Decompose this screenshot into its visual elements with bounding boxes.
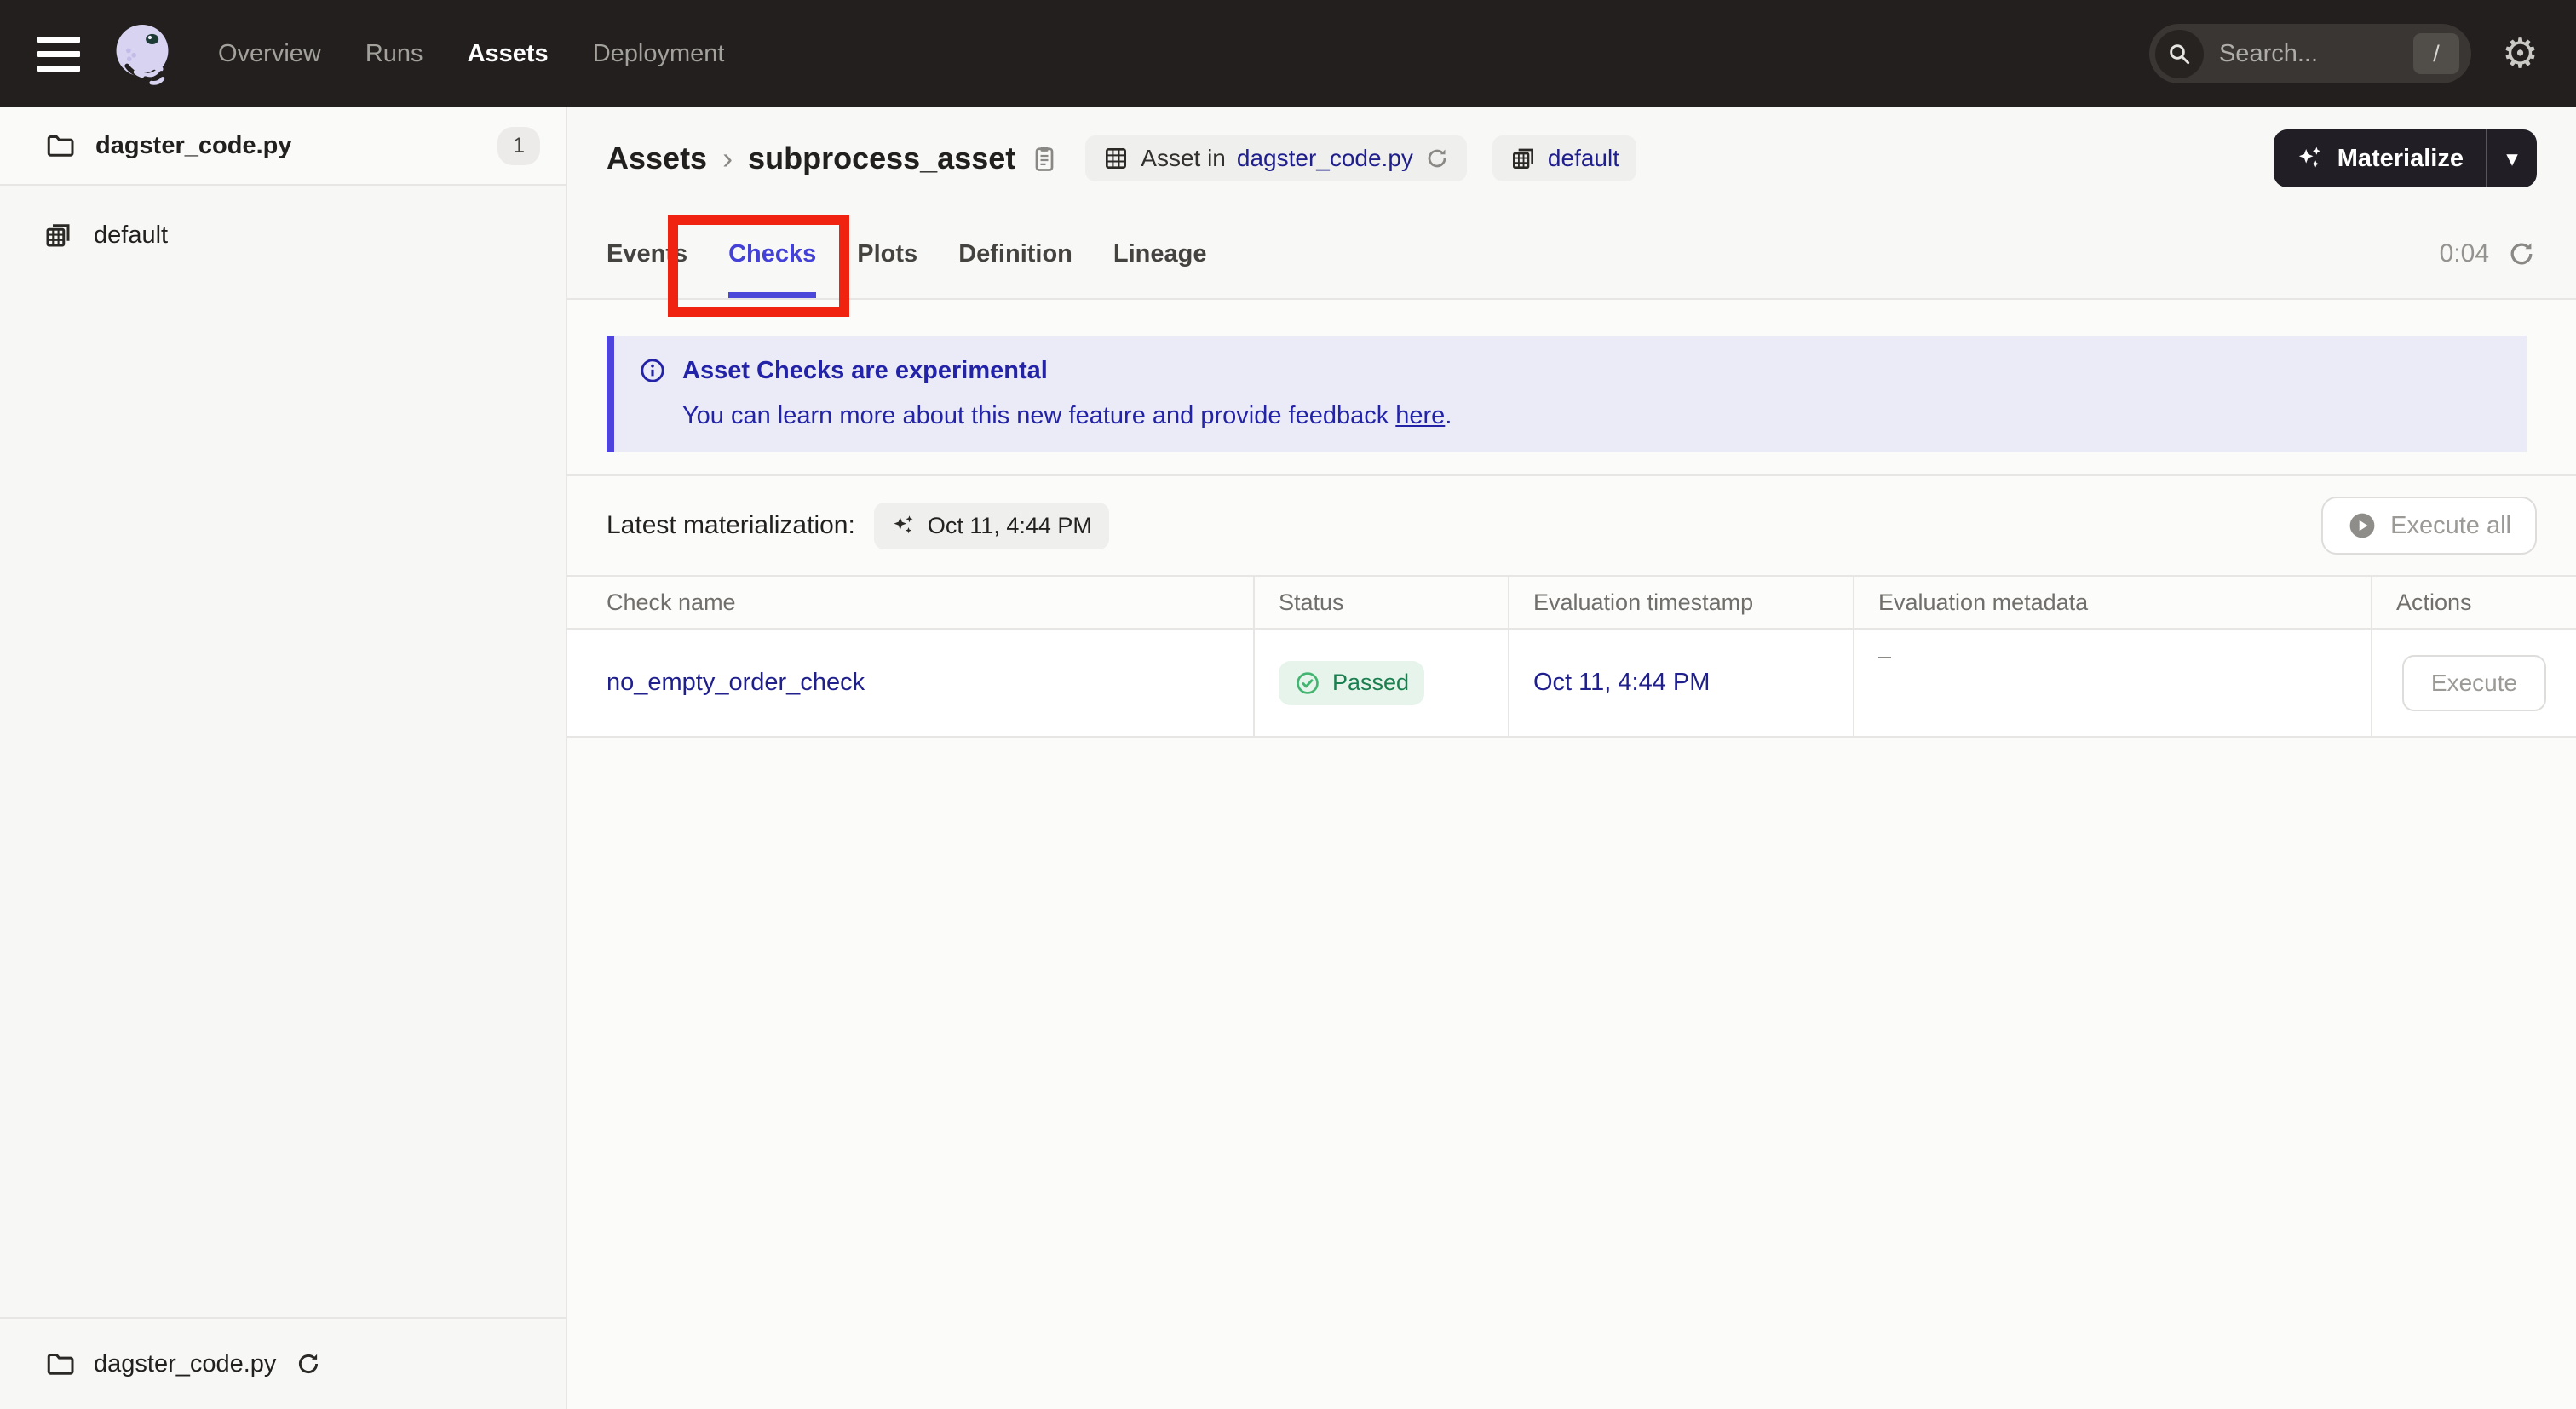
nav-item-overview[interactable]: Overview	[218, 40, 321, 68]
asset-sidebar: dagster_code.py 1 default dagster_code.p…	[0, 107, 567, 1409]
banner-body-suffix: .	[1445, 402, 1452, 429]
materialize-dropdown-caret[interactable]: ▾	[2487, 129, 2537, 187]
sidebar-item-code-location[interactable]: dagster_code.py 1	[0, 107, 566, 186]
tab-lineage[interactable]: Lineage	[1113, 210, 1207, 298]
column-header-evaluation-metadata: Evaluation metadata	[1853, 575, 2372, 630]
asset-tabs: Events Checks Plots Definition Lineage 0…	[607, 210, 2537, 298]
table-row: no_empty_order_check Passed Oct 11, 4:44…	[567, 629, 2576, 738]
latest-materialization-timestamp[interactable]: Oct 11, 4:44 PM	[873, 502, 1109, 549]
reload-icon[interactable]	[295, 1350, 322, 1377]
asset-location-tag: Asset in dagster_code.py	[1085, 135, 1467, 181]
refresh-icon[interactable]	[1424, 146, 1450, 171]
materialize-split-button: Materialize ▾	[2273, 129, 2537, 187]
latest-materialization-label: Latest materialization:	[607, 511, 855, 539]
footer-code-location-label: dagster_code.py	[94, 1349, 277, 1377]
refresh-icon[interactable]	[2506, 239, 2537, 269]
top-navbar: Overview Runs Assets Deployment / ⚙	[0, 0, 2576, 107]
asset-group-icon	[43, 220, 73, 250]
asset-count-badge: 1	[497, 126, 540, 165]
sparkles-icon	[2298, 147, 2320, 168]
refresh-timer: 0:04	[2440, 239, 2537, 269]
column-header-evaluation-timestamp: Evaluation timestamp	[1508, 575, 1854, 630]
breadcrumb-separator: ›	[722, 141, 733, 175]
refresh-countdown: 0:04	[2439, 239, 2489, 267]
tab-definition[interactable]: Definition	[958, 210, 1072, 298]
main-content: Assets › subprocess_asset Asset in dagst…	[567, 107, 2576, 1409]
materialize-button[interactable]: Materialize	[2274, 129, 2486, 187]
banner-body: You can learn more about this new featur…	[638, 402, 2503, 430]
nav-item-deployment[interactable]: Deployment	[593, 40, 725, 68]
dagster-logo[interactable]	[106, 17, 179, 90]
info-icon	[638, 356, 667, 385]
folder-icon	[44, 130, 75, 161]
column-header-actions: Actions	[2371, 575, 2576, 630]
group-label: default	[94, 221, 169, 249]
nav-item-runs[interactable]: Runs	[365, 40, 423, 68]
copy-asset-name-icon[interactable]	[1029, 143, 1060, 174]
breadcrumb-assets-link[interactable]: Assets	[607, 141, 707, 176]
folder-icon	[44, 1349, 75, 1379]
latest-materialization-bar: Latest materialization: Oct 11, 4:44 PM …	[567, 476, 2576, 575]
hamburger-menu-icon[interactable]	[37, 36, 80, 72]
breadcrumb: Assets › subprocess_asset Asset in dagst…	[607, 129, 2537, 187]
execute-all-button[interactable]: Execute all	[2321, 497, 2537, 555]
asset-table-icon	[1102, 145, 1130, 172]
gear-icon[interactable]: ⚙	[2502, 33, 2539, 74]
play-circle-icon	[2349, 513, 2375, 538]
nav-item-assets[interactable]: Assets	[468, 40, 549, 68]
code-location-label: dagster_code.py	[95, 131, 292, 159]
materialize-label: Materialize	[2337, 144, 2464, 172]
global-search[interactable]: /	[2148, 24, 2471, 83]
search-icon	[2154, 29, 2204, 78]
asset-group-icon	[1509, 145, 1537, 172]
asset-tag-prefix: Asset in	[1141, 145, 1226, 171]
table-header-row: Check name Status Evaluation timestamp E…	[567, 575, 2576, 630]
banner-feedback-link[interactable]: here	[1395, 402, 1445, 429]
sparkles-icon	[894, 515, 913, 534]
execute-all-label: Execute all	[2390, 511, 2511, 539]
group-tag-link[interactable]: default	[1548, 145, 1619, 172]
execute-button[interactable]: Execute	[2401, 654, 2547, 711]
asset-header: Assets › subprocess_asset Asset in dagst…	[567, 107, 2576, 300]
primary-nav: Overview Runs Assets Deployment	[218, 40, 724, 68]
check-name-link[interactable]: no_empty_order_check	[607, 669, 865, 696]
check-circle-icon	[1297, 671, 1319, 694]
tab-checks[interactable]: Checks	[728, 210, 817, 298]
asset-tag-code-location-link[interactable]: dagster_code.py	[1237, 145, 1413, 172]
search-input[interactable]	[2203, 39, 2413, 68]
banner-title: Asset Checks are experimental	[682, 356, 1048, 384]
checks-table: Check name Status Evaluation timestamp E…	[567, 575, 2576, 738]
status-badge: Passed	[1279, 660, 1425, 705]
materialization-timestamp-text: Oct 11, 4:44 PM	[927, 512, 1092, 538]
evaluation-metadata-value: –	[1853, 629, 2372, 738]
column-header-check-name: Check name	[567, 575, 1254, 630]
evaluation-timestamp-link[interactable]: Oct 11, 4:44 PM	[1533, 669, 1710, 696]
tab-events[interactable]: Events	[607, 210, 687, 298]
group-tag: default	[1492, 135, 1636, 181]
column-header-status: Status	[1253, 575, 1509, 630]
search-shortcut-key: /	[2412, 33, 2459, 74]
tab-plots[interactable]: Plots	[857, 210, 917, 298]
status-label: Passed	[1332, 670, 1410, 695]
experimental-banner: Asset Checks are experimental You can le…	[607, 336, 2527, 452]
banner-body-text: You can learn more about this new featur…	[682, 402, 1396, 429]
sidebar-item-group-default[interactable]: default	[0, 206, 566, 264]
app-root: Overview Runs Assets Deployment / ⚙ dags…	[0, 0, 2576, 1409]
page-title: subprocess_asset	[748, 141, 1016, 175]
sidebar-footer: dagster_code.py	[0, 1317, 566, 1409]
